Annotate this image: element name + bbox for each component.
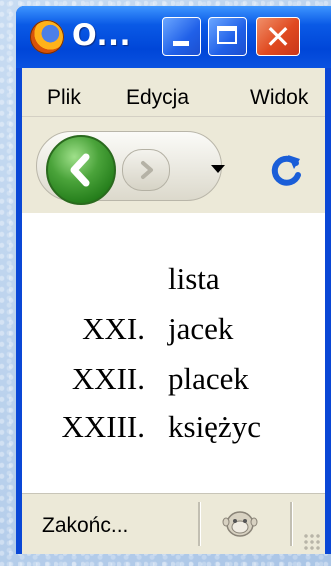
list-marker: XXI.: [82, 311, 145, 346]
close-icon: ✕: [264, 18, 292, 56]
back-button[interactable]: [46, 135, 116, 205]
forward-button[interactable]: [122, 149, 170, 191]
back-arrow-icon: [70, 153, 90, 187]
list-marker: XXIII.: [61, 409, 146, 444]
list-marker: XXII.: [71, 361, 145, 396]
status-divider: [290, 502, 293, 546]
list-item: XXII. placek: [22, 361, 325, 405]
menu-item-plik[interactable]: Plik: [47, 86, 81, 110]
minimize-button[interactable]: [162, 17, 201, 56]
reload-icon: [271, 155, 301, 186]
navigation-toolbar: [22, 116, 325, 214]
monkey-icon[interactable]: [222, 508, 258, 538]
browser-window: O... ✕ Plik Edycja Widok lista XXI. jace…: [16, 6, 331, 554]
resize-grip-icon[interactable]: [303, 533, 321, 551]
window-title: O...: [72, 18, 132, 52]
page-content: lista XXI. jacek XXII. placek XXIII. ksi…: [22, 213, 325, 493]
status-text: Zakońc...: [42, 514, 129, 537]
list-item-text: jacek: [168, 311, 234, 346]
list-item-text: księżyc: [168, 409, 261, 444]
status-bar: Zakońc...: [22, 493, 325, 554]
list-item: XXIII. księżyc: [22, 409, 325, 453]
menu-item-edycja[interactable]: Edycja: [126, 86, 189, 110]
history-dropdown-button[interactable]: [206, 157, 230, 181]
close-button[interactable]: ✕: [256, 17, 300, 56]
title-bar[interactable]: O... ✕: [16, 6, 331, 68]
forward-arrow-icon: [141, 161, 153, 179]
list-item: XXI. jacek: [22, 311, 325, 355]
maximize-button[interactable]: [208, 17, 247, 56]
reload-button[interactable]: [266, 151, 306, 191]
menu-item-widok[interactable]: Widok: [250, 86, 308, 110]
list-heading: lista: [168, 261, 220, 296]
firefox-logo-icon: [30, 20, 64, 54]
status-divider: [198, 502, 201, 546]
chevron-down-icon: [211, 165, 225, 173]
list-item-text: placek: [168, 361, 249, 396]
